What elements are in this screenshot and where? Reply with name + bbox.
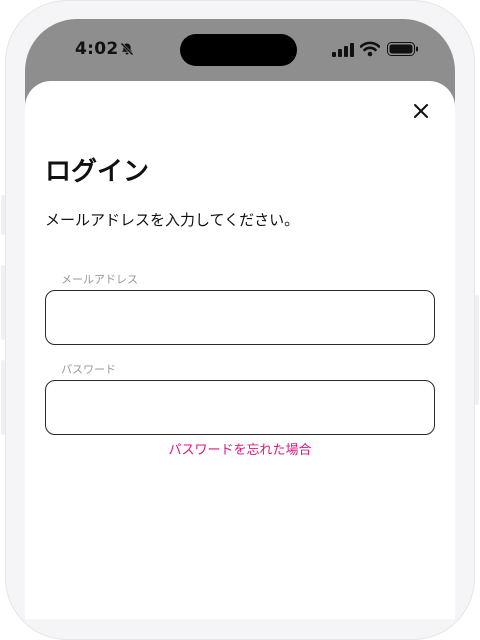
status-time: 4:02: [75, 39, 119, 59]
status-bar: 4:02: [25, 19, 455, 81]
email-label: メールアドレス: [61, 273, 138, 286]
wifi-icon: [360, 41, 380, 57]
close-icon[interactable]: [409, 99, 433, 123]
side-button-left: [1, 360, 5, 435]
password-field[interactable]: [45, 380, 435, 435]
signal-icon: [332, 43, 354, 57]
side-button-left: [1, 195, 5, 235]
side-button-right: [475, 295, 479, 405]
bell-slash-icon: [120, 42, 134, 56]
password-label: パスワード: [61, 363, 116, 376]
login-sheet: ログイン メールアドレスを入力してください。 メールアドレス パスワード パスワ…: [25, 81, 455, 619]
page-subtitle: メールアドレスを入力してください。: [45, 211, 300, 229]
side-button-left: [1, 265, 5, 340]
forgot-password-link[interactable]: パスワードを忘れた場合: [25, 439, 455, 458]
dynamic-island: [180, 34, 297, 66]
phone-screen: 4:02 ログイン メールアドレスを入力してください。 メールアドレス パスワー…: [25, 19, 455, 619]
page-title: ログイン: [45, 157, 150, 187]
battery-icon: [387, 42, 418, 56]
email-field[interactable]: [45, 290, 435, 345]
